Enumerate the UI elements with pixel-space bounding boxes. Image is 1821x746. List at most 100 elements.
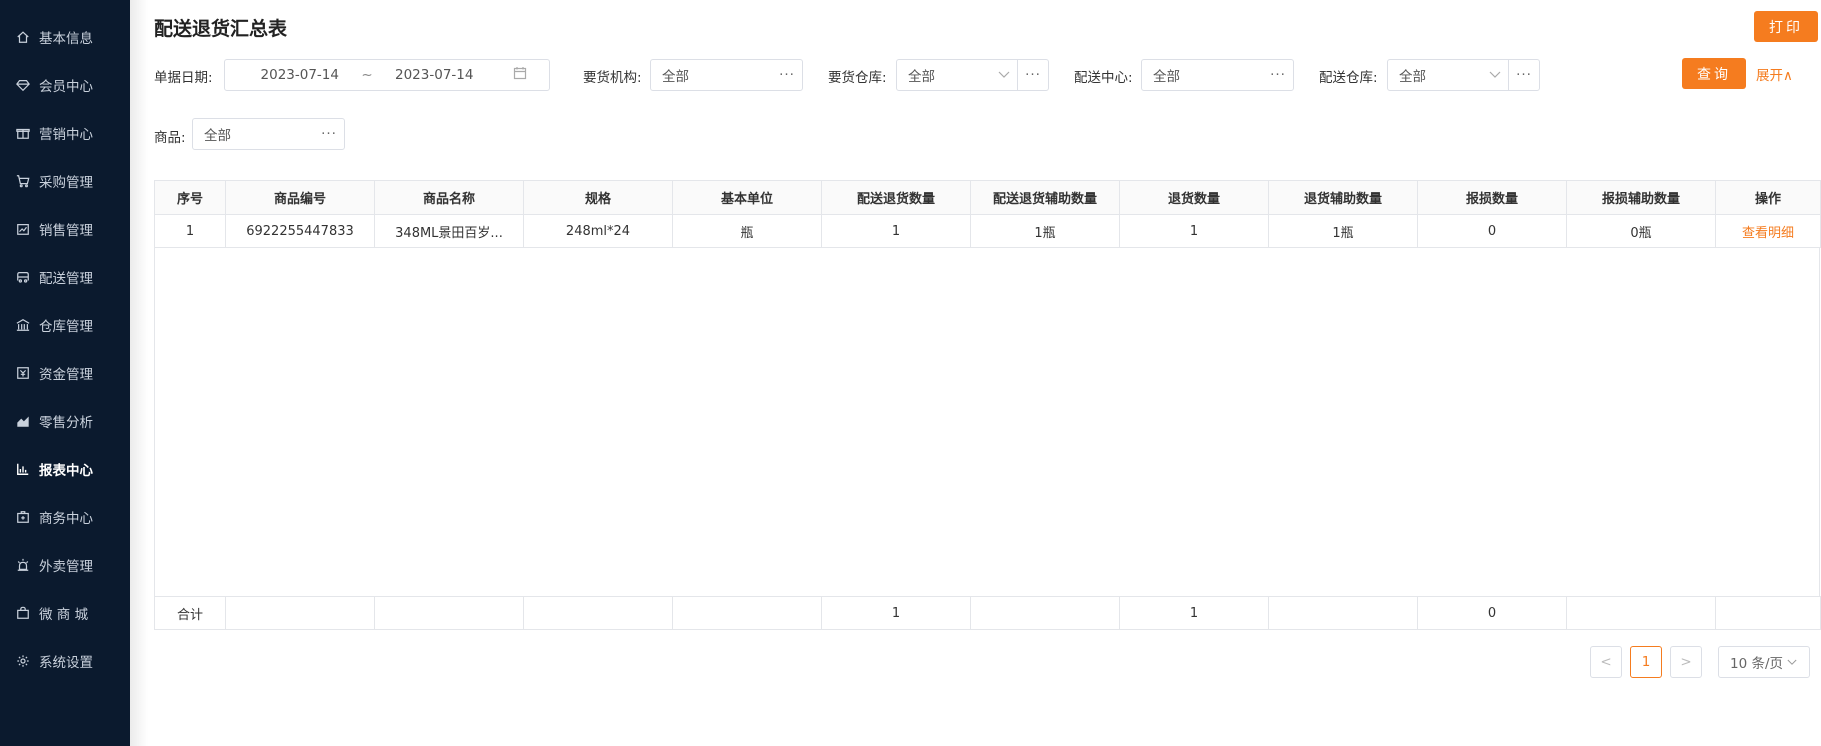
column-header[interactable]: 配送退货辅助数量 (970, 180, 1120, 215)
table-cell: 1 (821, 214, 971, 248)
table-empty-area (154, 247, 1820, 597)
table-row[interactable]: 1 6922255447833 348ML景田百岁... 248ml*24 瓶 … (154, 214, 1821, 248)
sidebar-item-marketing[interactable]: 营销中心 (0, 120, 130, 146)
sidebar-item-purchase[interactable]: 采购管理 (0, 168, 130, 194)
home-icon (15, 29, 31, 45)
more-icon[interactable]: ··· (1263, 67, 1293, 83)
org-label: 要货机构: (583, 70, 642, 86)
dist-warehouse-select[interactable]: 全部 ··· (1387, 59, 1540, 91)
chevron-down-icon[interactable] (991, 71, 1017, 79)
dist-warehouse-value: 全部 (1399, 69, 1426, 85)
sidebar-shadow (130, 0, 148, 746)
page-number-current[interactable]: 1 (1630, 646, 1662, 678)
warehouse-icon (15, 317, 31, 333)
sidebar-item-warehouse[interactable]: 仓库管理 (0, 312, 130, 338)
goods-select[interactable]: 全部 ··· (192, 118, 345, 150)
business-icon (15, 509, 31, 525)
sidebar-item-label: 配送管理 (39, 271, 93, 287)
sidebar-item-takeout[interactable]: 外卖管理 (0, 552, 130, 578)
totals-cell: 合计 (154, 596, 226, 630)
sidebar-item-delivery[interactable]: 配送管理 (0, 264, 130, 290)
column-header[interactable]: 基本单位 (672, 180, 822, 215)
prev-page-button[interactable]: < (1590, 646, 1622, 678)
totals-table: 合计 1 1 0 (154, 596, 1821, 630)
print-button[interactable]: 打印 (1754, 11, 1818, 42)
view-detail-link[interactable]: 查看明细 (1715, 214, 1821, 248)
table-cell: 6922255447833 (225, 214, 375, 248)
area-chart-icon (15, 413, 31, 429)
bar-chart-icon (15, 461, 31, 477)
table-cell: 0 (1417, 214, 1567, 248)
column-header[interactable]: 报损数量 (1417, 180, 1567, 215)
sidebar-item-member-center[interactable]: 会员中心 (0, 72, 130, 98)
expand-toggle[interactable]: 展开∧ (1756, 64, 1793, 84)
totals-cell: 0 (1417, 596, 1567, 630)
table-header-row: 序号 商品编号 商品名称 规格 基本单位 配送退货数量 配送退货辅助数量 退货数… (154, 180, 1821, 215)
dist-warehouse-label: 配送仓库: (1319, 70, 1378, 86)
req-warehouse-value: 全部 (908, 69, 935, 85)
totals-cell (523, 596, 673, 630)
center-select[interactable]: 全部 ··· (1141, 59, 1294, 91)
sidebar-item-label: 营销中心 (39, 127, 93, 143)
sidebar-item-basic-info[interactable]: 基本信息 (0, 24, 130, 50)
alarm-icon (15, 557, 31, 573)
date-start-input[interactable]: 2023-07-14 (225, 67, 339, 83)
chevron-down-icon (1787, 654, 1797, 670)
date-separator: ~ (361, 67, 373, 83)
more-icon[interactable]: ··· (772, 67, 802, 83)
totals-cell: 1 (1119, 596, 1269, 630)
totals-cell (374, 596, 524, 630)
sidebar-item-micro-mall[interactable]: 微 商 城 (0, 600, 130, 626)
column-header: 操作 (1715, 180, 1821, 215)
sidebar: 基本信息 会员中心 营销中心 采购管理 销售管理 配送管理 仓库管理 资金管理 … (0, 0, 130, 746)
column-header[interactable]: 商品编号 (225, 180, 375, 215)
column-header[interactable]: 退货数量 (1119, 180, 1269, 215)
sidebar-item-label: 仓库管理 (39, 319, 93, 335)
column-header[interactable]: 退货辅助数量 (1268, 180, 1418, 215)
goods-label: 商品: (154, 130, 186, 146)
sidebar-item-business-center[interactable]: 商务中心 (0, 504, 130, 530)
column-header[interactable]: 商品名称 (374, 180, 524, 215)
column-header[interactable]: 配送退货数量 (821, 180, 971, 215)
page-size-select[interactable]: 10 条/页 (1718, 646, 1810, 678)
sidebar-item-label: 基本信息 (39, 31, 93, 47)
sidebar-item-label: 商务中心 (39, 511, 93, 527)
gear-icon (15, 653, 31, 669)
table-cell: 1 (154, 214, 226, 248)
column-header[interactable]: 报损辅助数量 (1566, 180, 1716, 215)
more-icon[interactable]: ··· (314, 126, 344, 142)
table-cell: 1瓶 (1268, 214, 1418, 248)
chevron-down-icon[interactable] (1482, 71, 1508, 79)
page-title: 配送退货汇总表 (154, 18, 288, 40)
date-end-input[interactable]: 2023-07-14 (395, 67, 499, 83)
page-size-value: 10 条/页 (1730, 656, 1784, 672)
table-cell: 瓶 (672, 214, 822, 248)
money-icon (15, 365, 31, 381)
totals-cell (672, 596, 822, 630)
table-cell: 0瓶 (1566, 214, 1716, 248)
sidebar-item-label: 系统设置 (39, 655, 93, 671)
sidebar-item-settings[interactable]: 系统设置 (0, 648, 130, 674)
goods-value: 全部 (204, 128, 231, 144)
data-table: 序号 商品编号 商品名称 规格 基本单位 配送退货数量 配送退货辅助数量 退货数… (154, 180, 1821, 248)
center-value: 全部 (1153, 69, 1180, 85)
sidebar-item-report-center[interactable]: 报表中心 (0, 456, 130, 482)
table-cell: 1瓶 (970, 214, 1120, 248)
more-icon[interactable]: ··· (1018, 67, 1048, 83)
sidebar-item-retail-analysis[interactable]: 零售分析 (0, 408, 130, 434)
org-select[interactable]: 全部 ··· (650, 59, 803, 91)
more-icon[interactable]: ··· (1509, 67, 1539, 83)
next-page-button[interactable]: > (1670, 646, 1702, 678)
cart-icon (15, 173, 31, 189)
calendar-icon[interactable] (513, 66, 527, 84)
sidebar-item-finance[interactable]: 资金管理 (0, 360, 130, 386)
table-cell: 348ML景田百岁... (374, 214, 524, 248)
req-warehouse-select[interactable]: 全部 ··· (896, 59, 1049, 91)
query-button[interactable]: 查询 (1682, 58, 1746, 89)
column-header[interactable]: 规格 (523, 180, 673, 215)
sidebar-item-label: 零售分析 (39, 415, 93, 431)
column-header[interactable]: 序号 (154, 180, 226, 215)
sidebar-item-sales[interactable]: 销售管理 (0, 216, 130, 242)
req-warehouse-label: 要货仓库: (828, 70, 887, 86)
date-range-picker[interactable]: 2023-07-14 ~ 2023-07-14 (224, 59, 550, 91)
